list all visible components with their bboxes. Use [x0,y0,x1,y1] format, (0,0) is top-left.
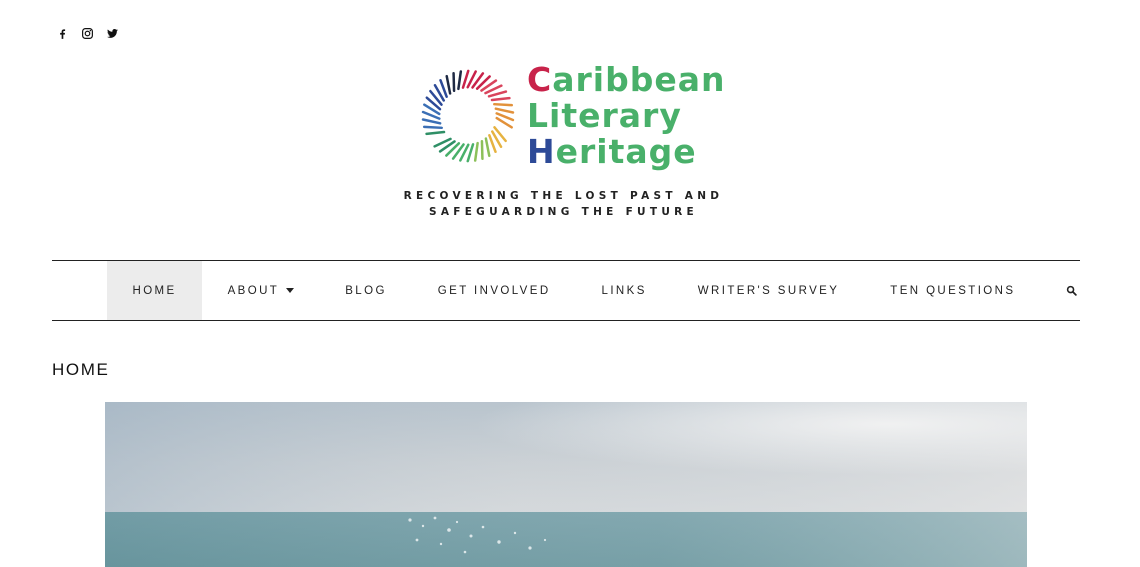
hero-image [105,402,1027,567]
logo-line-3-rest: eritage [555,132,697,171]
logo-line-1-initial: C [527,60,553,99]
logo-line-3: Heritage [527,134,725,170]
logo-ring-icon [421,69,515,163]
nav-search[interactable] [1041,261,1103,320]
nav-item-label: BLOG [345,284,387,297]
social-links [56,27,119,40]
nav-item-ten-questions[interactable]: TEN QUESTIONS [865,261,1041,320]
tagline-line-1: RECOVERING THE LOST PAST AND [403,190,724,202]
nav-item-home[interactable]: HOME [107,261,203,320]
logo-stripe [493,102,514,107]
nav-item-links[interactable]: LINKS [576,261,672,320]
logo-stripe [457,70,463,91]
search-icon [1067,285,1078,296]
caret-down-icon [286,288,295,293]
logo-stripe [487,90,508,98]
nav-item-label: GET INVOLVED [437,284,551,297]
site-tagline: RECOVERING THE LOST PAST AND SAFEGUARDIN… [0,189,1127,220]
nav-item-blog[interactable]: BLOG [320,261,413,320]
logo-line-1: Caribbean [527,62,725,98]
logo-wordmark: Caribbean Literary Heritage [527,62,725,170]
twitter-icon[interactable] [106,27,119,40]
logo-line-3-initial: H [527,132,556,171]
nav-item-label: WRITER'S SURVEY [697,284,840,297]
logo-line-1-rest: aribbean [552,60,726,99]
nav-item-about[interactable]: ABOUT [202,261,320,320]
logo-stripe [445,74,452,95]
logo-stripe [490,96,511,102]
logo-stripe [422,125,443,130]
nav-item-label: ABOUT [227,284,280,297]
logo-line-2: Literary [527,96,682,135]
tagline-line-2: SAFEGUARDING THE FUTURE [428,205,699,218]
site-logo[interactable]: Caribbean Literary Heritage [420,62,724,174]
logo-stripe [473,141,479,162]
sea-photo-image [105,402,1027,567]
nav-item-writers-survey[interactable]: WRITER'S SURVEY [672,261,865,320]
page-title: HOME [52,360,110,379]
logo-stripe [421,118,442,125]
nav-menu: HOME ABOUT BLOG GET INVOLVED LINKS WRITE… [107,261,1103,320]
nav-item-get-involved[interactable]: GET INVOLVED [412,261,576,320]
nav-item-label: HOME [132,284,177,297]
facebook-icon[interactable] [56,27,69,40]
logo-stripe [484,137,491,158]
nav-item-label: TEN QUESTIONS [890,284,1016,297]
instagram-icon[interactable] [81,27,94,40]
logo-stripe [425,130,446,136]
main-navigation: HOME ABOUT BLOG GET INVOLVED LINKS WRITE… [52,260,1080,321]
nav-item-label: LINKS [601,284,647,297]
logo-stripe [494,107,515,114]
